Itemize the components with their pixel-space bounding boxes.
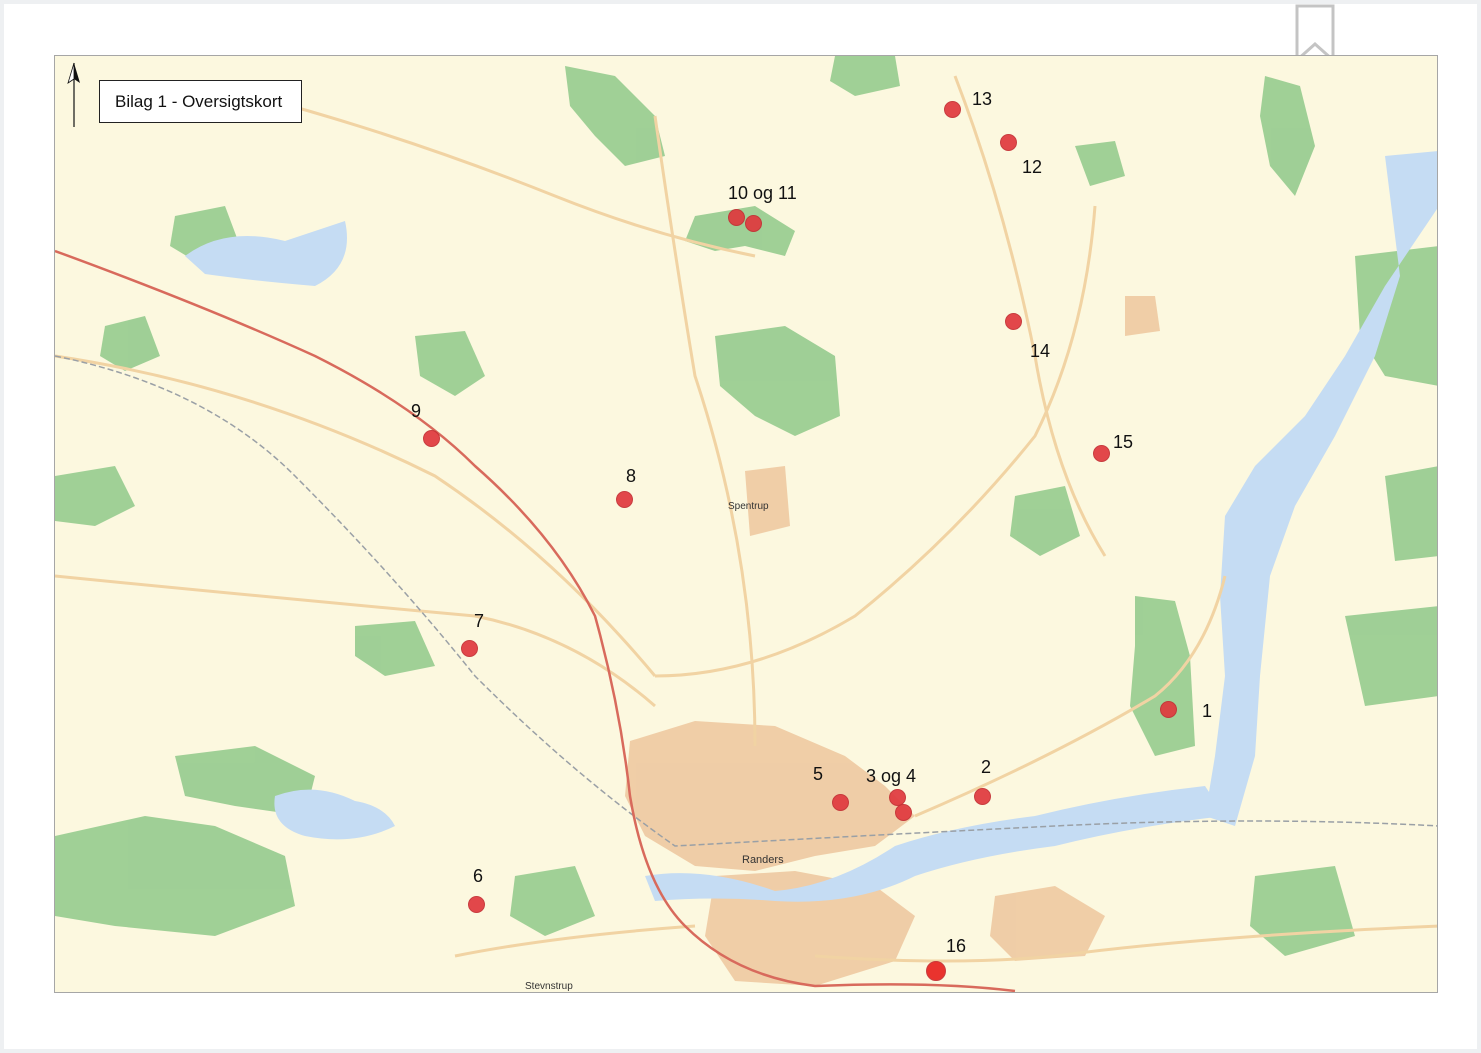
- location-dot-icon[interactable]: [745, 215, 762, 232]
- marker-label-3-og-4: 3 og 4: [866, 766, 917, 786]
- location-dot-icon[interactable]: [1160, 701, 1177, 718]
- map-title: Bilag 1 - Oversigtskort: [99, 80, 302, 123]
- marker-label-7: 7: [474, 611, 485, 631]
- location-dot-icon[interactable]: [1005, 313, 1022, 330]
- place-label-spentrup: Spentrup: [728, 501, 769, 512]
- location-dot-icon[interactable]: [1093, 445, 1110, 462]
- location-dot-icon[interactable]: [926, 961, 946, 981]
- location-dot-icon[interactable]: [832, 794, 849, 811]
- marker-label-14: 14: [1030, 341, 1051, 361]
- marker-label-13: 13: [972, 89, 993, 109]
- location-dot-icon[interactable]: [728, 209, 745, 226]
- north-arrow-icon: [67, 62, 80, 127]
- location-dot-icon[interactable]: [616, 491, 633, 508]
- place-label-randers: Randers: [742, 854, 784, 866]
- marker-label-1: 1: [1202, 701, 1213, 721]
- marker-label-6: 6: [473, 866, 484, 886]
- marker-label-2: 2: [981, 757, 992, 777]
- location-dot-icon[interactable]: [423, 430, 440, 447]
- location-dot-icon[interactable]: [468, 896, 485, 913]
- location-dot-icon[interactable]: [974, 788, 991, 805]
- marker-label-16: 16: [946, 936, 967, 956]
- location-dot-icon[interactable]: [461, 640, 478, 657]
- marker-label-5: 5: [813, 764, 824, 784]
- marker-label-12: 12: [1022, 157, 1043, 177]
- marker-label-8: 8: [626, 466, 637, 486]
- overview-map[interactable]: Bilag 1 - Oversigtskort Randers Spentrup…: [54, 55, 1438, 993]
- location-dot-icon[interactable]: [944, 101, 961, 118]
- marker-label-15: 15: [1113, 432, 1134, 452]
- marker-label-9: 9: [411, 401, 422, 421]
- marker-label-10-og-11: 10 og 11: [728, 183, 797, 203]
- location-dot-icon[interactable]: [1000, 134, 1017, 151]
- location-dot-icon[interactable]: [895, 804, 912, 821]
- place-label-stevnstrup: Stevnstrup: [525, 981, 573, 992]
